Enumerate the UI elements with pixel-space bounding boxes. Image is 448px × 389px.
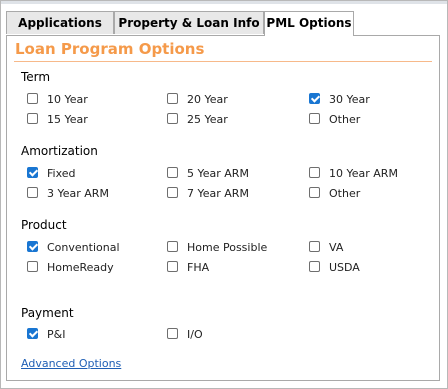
checkbox-label: Fixed <box>47 167 76 180</box>
checkbox-box[interactable] <box>27 113 38 124</box>
checkbox-label: Conventional <box>47 241 120 254</box>
section-label-amortization: Amortization <box>21 144 98 158</box>
checkbox-box[interactable] <box>309 113 320 124</box>
checkbox-box[interactable] <box>167 93 178 104</box>
checkbox-box[interactable] <box>309 241 320 252</box>
checkbox-label: 3 Year ARM <box>47 187 109 200</box>
checkbox-box[interactable] <box>27 241 38 252</box>
checkbox-label: VA <box>329 241 344 254</box>
checkbox-box[interactable] <box>167 187 178 198</box>
checkbox-box[interactable] <box>27 328 38 339</box>
checkbox-label: FHA <box>187 261 210 274</box>
section-label-term: Term <box>21 70 51 84</box>
section-label-payment: Payment <box>21 306 74 320</box>
checkbox-label: Other <box>329 113 361 126</box>
checkbox-label: 7 Year ARM <box>187 187 249 200</box>
checkbox-label: 25 Year <box>187 113 228 126</box>
checkbox-label: USDA <box>329 261 360 274</box>
checkbox-box[interactable] <box>309 261 320 272</box>
checkbox-box[interactable] <box>27 167 38 178</box>
checkbox-box[interactable] <box>167 328 178 339</box>
checkbox-box[interactable] <box>167 113 178 124</box>
pml-options-panel: Loan Program Options Term 10 Year 20 Yea… <box>6 35 440 381</box>
checkbox-box[interactable] <box>27 93 38 104</box>
panel-title: Loan Program Options <box>15 40 205 58</box>
tab-applications[interactable]: Applications (1) <box>6 11 114 53</box>
checkbox-label: Other <box>329 187 361 200</box>
tab-property-loan-info[interactable]: Property & Loan Info <box>114 11 264 34</box>
checkbox-label: 15 Year <box>47 113 88 126</box>
checkbox-label: 20 Year <box>187 93 228 106</box>
tab-pml-options[interactable]: PML Options <box>264 11 354 36</box>
checkbox-label: HomeReady <box>47 261 114 274</box>
advanced-options-link[interactable]: Advanced Options <box>21 357 121 370</box>
checkbox-label: 5 Year ARM <box>187 167 249 180</box>
checkbox-box[interactable] <box>167 261 178 272</box>
checkbox-label: 30 Year <box>329 93 370 106</box>
checkbox-box[interactable] <box>309 93 320 104</box>
checkbox-box[interactable] <box>167 167 178 178</box>
checkbox-box[interactable] <box>309 167 320 178</box>
checkbox-label: Home Possible <box>187 241 268 254</box>
section-label-product: Product <box>21 218 67 232</box>
checkbox-label: 10 Year <box>47 93 88 106</box>
checkbox-label: 10 Year ARM <box>329 167 398 180</box>
checkbox-box[interactable] <box>27 261 38 272</box>
checkbox-label: I/O <box>187 328 203 341</box>
checkbox-label: P&I <box>47 328 66 341</box>
checkbox-box[interactable] <box>309 187 320 198</box>
checkbox-box[interactable] <box>167 241 178 252</box>
checkbox-box[interactable] <box>27 187 38 198</box>
title-divider <box>14 61 432 62</box>
